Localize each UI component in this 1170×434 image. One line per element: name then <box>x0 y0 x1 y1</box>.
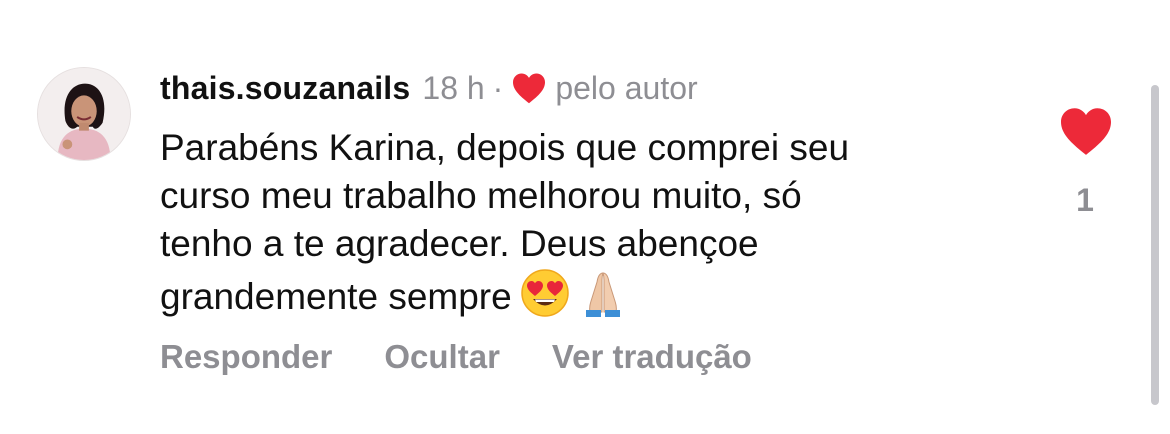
scrollbar[interactable] <box>1151 85 1159 405</box>
heart-icon <box>511 72 547 104</box>
comment-text-line: Parabéns Karina, depois que comprei seu <box>160 127 850 168</box>
comment-text-line: tenho a te agradecer. Deus abençoe <box>160 223 759 264</box>
comment-text-line: grandemente sempre <box>160 276 512 317</box>
reply-button[interactable]: Responder <box>160 338 332 376</box>
like-count[interactable]: 1 <box>1060 182 1110 219</box>
comment-text: Parabéns Karina, depois que comprei seu … <box>160 124 1020 321</box>
comment-text-line: curso meu trabalho melhorou muito, só <box>160 175 802 216</box>
timestamp: 18 h <box>422 69 485 106</box>
comment-text-line-last: grandemente sempre <box>160 268 1020 321</box>
comment-actions: Responder Ocultar Ver tradução <box>160 338 752 376</box>
heart-eyes-emoji-icon <box>520 268 570 318</box>
hide-button[interactable]: Ocultar <box>384 338 500 376</box>
separator-dot: · <box>492 69 504 106</box>
liked-by-author-label: pelo autor <box>555 69 698 106</box>
comment-item: thais.souzanails 18 h · pelo autor Parab… <box>0 0 1170 434</box>
avatar[interactable] <box>37 67 131 161</box>
comment-meta: thais.souzanails 18 h · pelo autor <box>160 66 698 110</box>
like-heart-icon[interactable] <box>1058 106 1114 156</box>
username[interactable]: thais.souzanails <box>160 70 410 107</box>
folded-hands-emoji-icon <box>578 268 628 318</box>
translate-button[interactable]: Ver tradução <box>552 338 752 376</box>
